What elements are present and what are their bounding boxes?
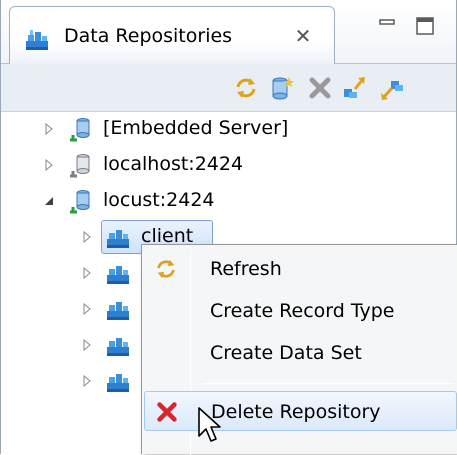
- tree-node-embedded-server[interactable]: [Embedded Server]: [1, 112, 401, 146]
- menu-item-label: Delete Repository: [211, 401, 381, 423]
- maximize-icon[interactable]: [413, 14, 437, 38]
- repository-icon: [107, 302, 129, 320]
- expand-icon[interactable]: [43, 159, 55, 171]
- menu-item-refresh[interactable]: Refresh: [144, 249, 457, 289]
- close-icon[interactable]: ✕: [292, 25, 314, 47]
- refresh-icon: [157, 259, 175, 279]
- view-title: Data Repositories: [64, 25, 233, 47]
- delete-icon: [157, 402, 177, 422]
- tree-node-label: locust:2424: [103, 189, 215, 211]
- new-repository-icon[interactable]: [269, 75, 295, 101]
- tree-node-repository[interactable]: [1, 328, 141, 362]
- expand-icon[interactable]: [81, 267, 93, 279]
- tree-node-repository[interactable]: [1, 256, 141, 290]
- menu-item-label: Create Record Type: [210, 300, 395, 322]
- tree-node-label: [Embedded Server]: [103, 117, 289, 139]
- expand-icon[interactable]: [81, 231, 93, 243]
- data-repositories-view: Data Repositories ✕ [Embedded Server] lo…: [0, 0, 457, 455]
- expand-icon[interactable]: [43, 123, 55, 135]
- menu-item-create-record-type[interactable]: Create Record Type: [144, 291, 457, 331]
- import-icon[interactable]: [341, 75, 367, 101]
- tree-node-label: localhost:2424: [103, 153, 244, 175]
- repository-icon: [107, 266, 129, 284]
- repository-icon: [107, 374, 129, 392]
- server-icon: [70, 118, 90, 142]
- server-icon: [70, 190, 90, 214]
- refresh-icon[interactable]: [233, 75, 259, 101]
- menu-item-label: Refresh: [210, 258, 282, 280]
- menu-separator: [202, 383, 454, 384]
- expand-icon[interactable]: [81, 375, 93, 387]
- minimize-icon[interactable]: [375, 14, 399, 38]
- menu-item-label: Create Data Set: [210, 342, 362, 364]
- tree-node-repository[interactable]: [1, 292, 141, 326]
- tree-node-repository[interactable]: [1, 364, 141, 398]
- repository-icon: [107, 230, 129, 248]
- mouse-cursor-icon: [198, 407, 221, 442]
- repository-icon: [107, 338, 129, 356]
- delete-icon[interactable]: [307, 75, 333, 101]
- view-title-strip: Data Repositories ✕: [1, 0, 456, 64]
- view-tab[interactable]: Data Repositories ✕: [9, 6, 335, 64]
- tree-node-localhost[interactable]: localhost:2424: [1, 148, 401, 182]
- tree-node-locust[interactable]: locust:2424: [1, 184, 401, 218]
- server-icon: [70, 154, 90, 178]
- expand-icon[interactable]: [81, 339, 93, 351]
- view-toolbar: [1, 64, 456, 112]
- collapse-icon[interactable]: [43, 195, 55, 207]
- expand-icon[interactable]: [81, 303, 93, 315]
- data-repositories-icon: [26, 30, 48, 50]
- context-menu: Refresh Create Record Type Create Data S…: [141, 244, 457, 455]
- export-icon[interactable]: [379, 75, 405, 101]
- menu-item-create-data-set[interactable]: Create Data Set: [144, 333, 457, 373]
- menu-item-delete-repository[interactable]: Delete Repository: [144, 391, 457, 431]
